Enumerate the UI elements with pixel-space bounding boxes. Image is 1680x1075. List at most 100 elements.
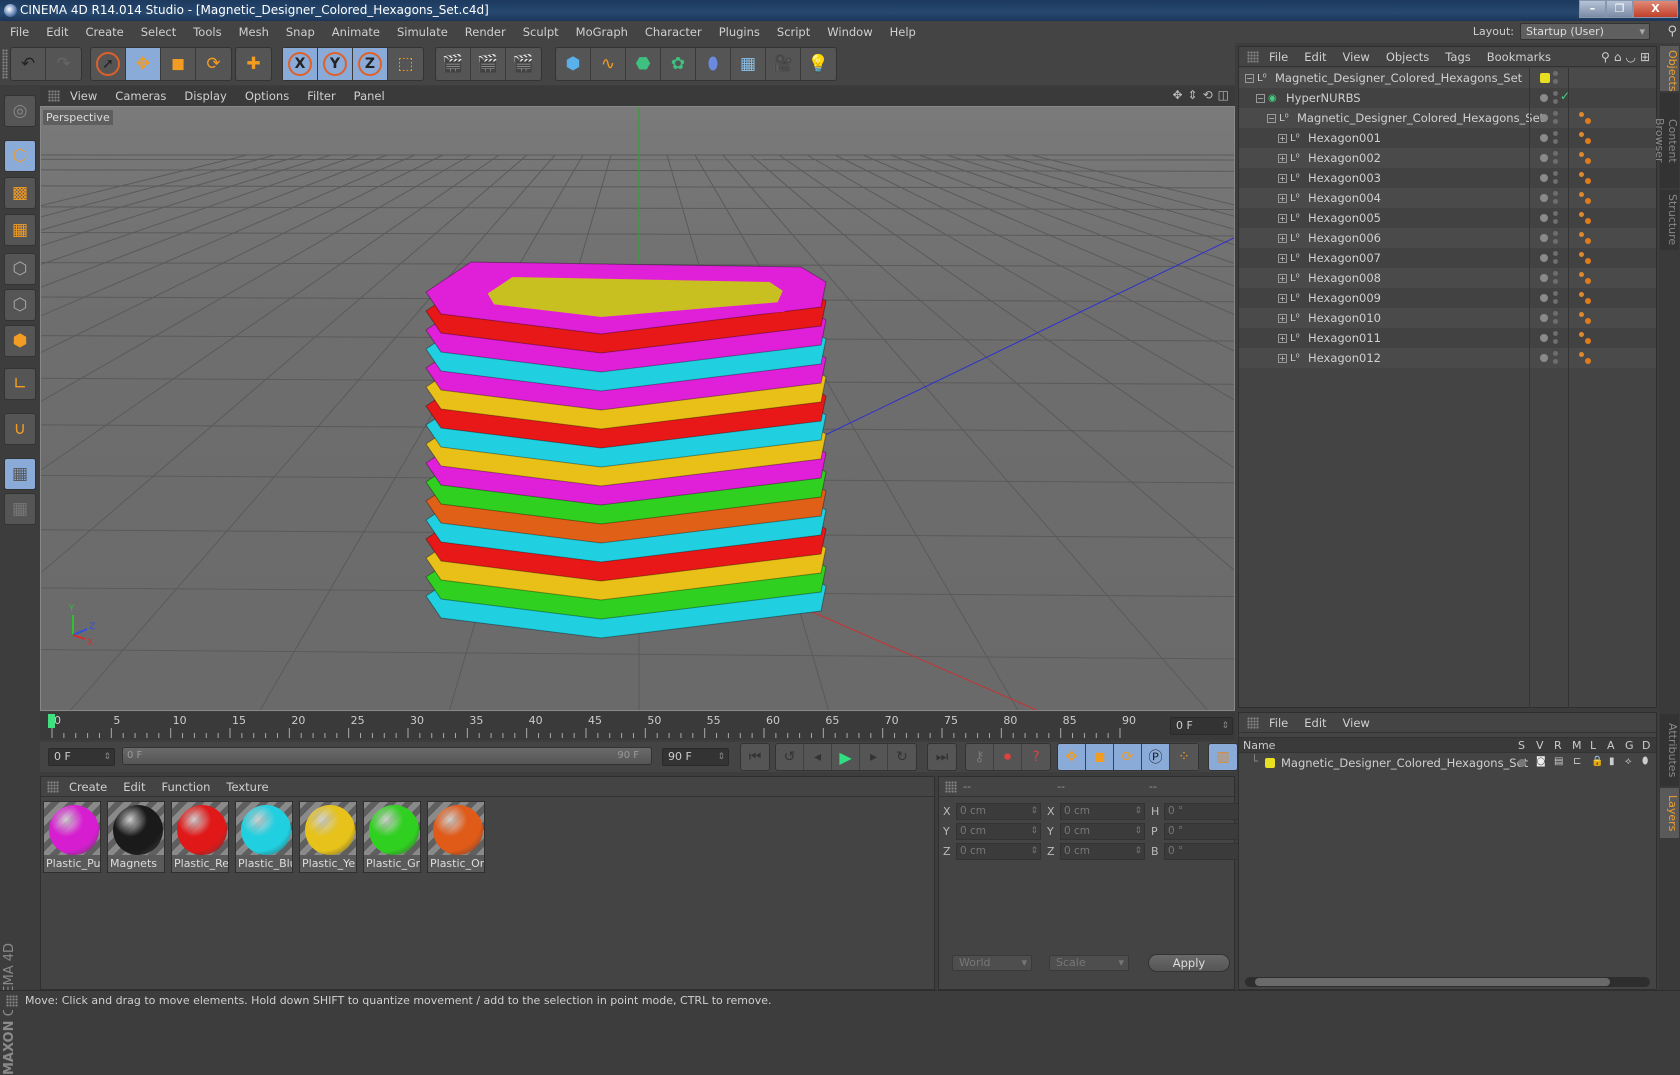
object-menu-view[interactable]: View (1343, 50, 1370, 64)
visibility-toggles[interactable] (1529, 348, 1567, 368)
expand-icon[interactable]: + (1278, 133, 1287, 143)
floor-icon[interactable]: ▦ (731, 48, 766, 80)
layer-dot[interactable] (1540, 154, 1548, 162)
add-icon[interactable]: ✚ (236, 48, 271, 80)
rotation-field[interactable]: 0 ° (1164, 803, 1249, 820)
texture-tag-icon[interactable] (1579, 111, 1593, 125)
layer-dot[interactable] (1540, 214, 1548, 222)
model-mode-icon[interactable]: ⬡ (4, 140, 36, 172)
polygons-mode-icon[interactable]: ⬢ (4, 325, 36, 357)
material-swatch[interactable]: Plastic_Blue (235, 801, 293, 873)
collapse-icon[interactable]: − (1267, 113, 1276, 123)
editor-visibility-dot[interactable] (1553, 211, 1558, 216)
menu-mesh[interactable]: Mesh (239, 25, 269, 39)
material-menu-edit[interactable]: Edit (123, 780, 145, 794)
layer-dot[interactable] (1540, 354, 1548, 362)
search-icon[interactable]: ⚲ (1601, 50, 1610, 64)
spline-icon[interactable]: ∿ (591, 48, 626, 80)
render-visibility-dot[interactable] (1553, 219, 1558, 224)
deformer-icon[interactable]: ⬮ (696, 48, 731, 80)
texture-tag-icon[interactable] (1579, 331, 1593, 345)
expand-icon[interactable]: + (1278, 173, 1287, 183)
object-name[interactable]: Hexagon005 (1308, 211, 1381, 225)
view-toggle-icon[interactable]: ◙ (1536, 756, 1546, 767)
texture-tag-icon[interactable] (1579, 191, 1593, 205)
visibility-toggles[interactable] (1529, 68, 1567, 88)
texture-tag-icon[interactable] (1579, 131, 1593, 145)
object-name[interactable]: Magnetic_Designer_Colored_Hexagons_Set (1297, 111, 1544, 125)
expand-icon[interactable]: + (1278, 313, 1287, 323)
layer-dot[interactable] (1540, 274, 1548, 282)
menu-sculpt[interactable]: Sculpt (523, 25, 559, 39)
object-menu-tags[interactable]: Tags (1445, 50, 1470, 64)
previous-frame-icon[interactable]: ◂ (804, 744, 832, 770)
texture-tag-icon[interactable] (1579, 271, 1593, 285)
menu-create[interactable]: Create (86, 25, 124, 39)
render-visibility-dot[interactable] (1553, 139, 1558, 144)
new-window-icon[interactable]: ⊞ (1640, 50, 1650, 64)
nurbs-icon[interactable]: ⬣ (626, 48, 661, 80)
object-row[interactable]: + L⁰ Hexagon002 (1239, 148, 1656, 168)
column-s[interactable]: S (1518, 739, 1525, 752)
3d-viewport[interactable]: Y Z X Perspective (40, 106, 1235, 711)
editor-visibility-dot[interactable] (1553, 351, 1558, 356)
object-menu-edit[interactable]: Edit (1304, 50, 1326, 64)
scale-icon[interactable]: ◼ (161, 48, 196, 80)
editor-visibility-dot[interactable] (1553, 111, 1558, 116)
render-visibility-dot[interactable] (1553, 319, 1558, 324)
pan-icon[interactable]: ✥ (1172, 88, 1182, 102)
object-menu-file[interactable]: File (1269, 50, 1288, 64)
material-swatch[interactable]: Plastic_Purp (43, 801, 101, 873)
visibility-toggles[interactable] (1529, 288, 1567, 308)
position-field[interactable]: 0 cm (956, 823, 1041, 840)
column-a[interactable]: A (1607, 739, 1615, 752)
layer-menu-file[interactable]: File (1269, 716, 1288, 730)
tab-attributes[interactable]: Attributes (1660, 714, 1679, 786)
visibility-toggles[interactable] (1529, 188, 1567, 208)
render-visibility-dot[interactable] (1553, 179, 1558, 184)
expand-icon[interactable]: + (1278, 293, 1287, 303)
texture-tag-icon[interactable] (1579, 351, 1593, 365)
object-row[interactable]: + L⁰ Hexagon004 (1239, 188, 1656, 208)
layer-color-swatch[interactable] (1265, 758, 1275, 768)
expand-icon[interactable]: + (1278, 353, 1287, 363)
object-menu-objects[interactable]: Objects (1386, 50, 1429, 64)
texture-tag-icon[interactable] (1579, 211, 1593, 225)
timeline-ruler[interactable]: 0 5 10 15 20 25 30 35 40 45 50 55 60 65 70 75 80 85 90 0 F… (40, 712, 1235, 740)
layer-dot[interactable] (1540, 254, 1548, 262)
collapse-icon[interactable]: − (1256, 93, 1265, 103)
column-name[interactable]: Name (1243, 739, 1275, 752)
visibility-toggles[interactable] (1529, 248, 1567, 268)
expand-icon[interactable]: + (1278, 333, 1287, 343)
visibility-toggles[interactable] (1529, 168, 1567, 188)
x-axis-icon[interactable]: X (283, 48, 318, 80)
object-row[interactable]: − L⁰ Magnetic_Designer_Colored_Hexagons_Se… (1239, 68, 1656, 88)
next-frame-icon[interactable]: ▸ (860, 744, 888, 770)
edges-mode-icon[interactable]: ⬡ (4, 289, 36, 321)
object-row[interactable]: + L⁰ Hexagon012 (1239, 348, 1656, 368)
render-picture-viewer-icon[interactable]: 🎬 (471, 48, 506, 80)
render-visibility-dot[interactable] (1553, 119, 1558, 124)
object-row[interactable]: − ◉ HyperNURBS ✓ (1239, 88, 1656, 108)
column-g[interactable]: G (1625, 739, 1634, 752)
render-visibility-dot[interactable] (1553, 299, 1558, 304)
object-name[interactable]: HyperNURBS (1286, 91, 1361, 105)
go-to-end-icon[interactable]: ⏭ (928, 744, 956, 770)
rotation-key-icon[interactable]: ⟳ (1114, 744, 1142, 770)
animation-toggle-icon[interactable]: ▮ (1609, 756, 1615, 767)
object-row[interactable]: + L⁰ Hexagon007 (1239, 248, 1656, 268)
minimize-button[interactable]: – (1579, 0, 1606, 18)
manager-toggle-icon[interactable]: ⊏ (1573, 756, 1581, 767)
menu-tools[interactable]: Tools (193, 25, 221, 39)
horizontal-scrollbar[interactable] (1245, 977, 1650, 987)
rotation-field[interactable]: 0 ° (1164, 823, 1249, 840)
menu-edit[interactable]: Edit (46, 25, 68, 39)
render-visibility-dot[interactable] (1553, 339, 1558, 344)
collapse-icon[interactable]: − (1245, 73, 1254, 83)
menu-simulate[interactable]: Simulate (397, 25, 448, 39)
locked-workplane-icon[interactable]: ▦ (4, 493, 36, 525)
object-name[interactable]: Hexagon001 (1308, 131, 1381, 145)
render-settings-icon[interactable]: 🎬 (506, 48, 541, 80)
editor-visibility-dot[interactable] (1553, 331, 1558, 336)
object-name[interactable]: Hexagon006 (1308, 231, 1381, 245)
